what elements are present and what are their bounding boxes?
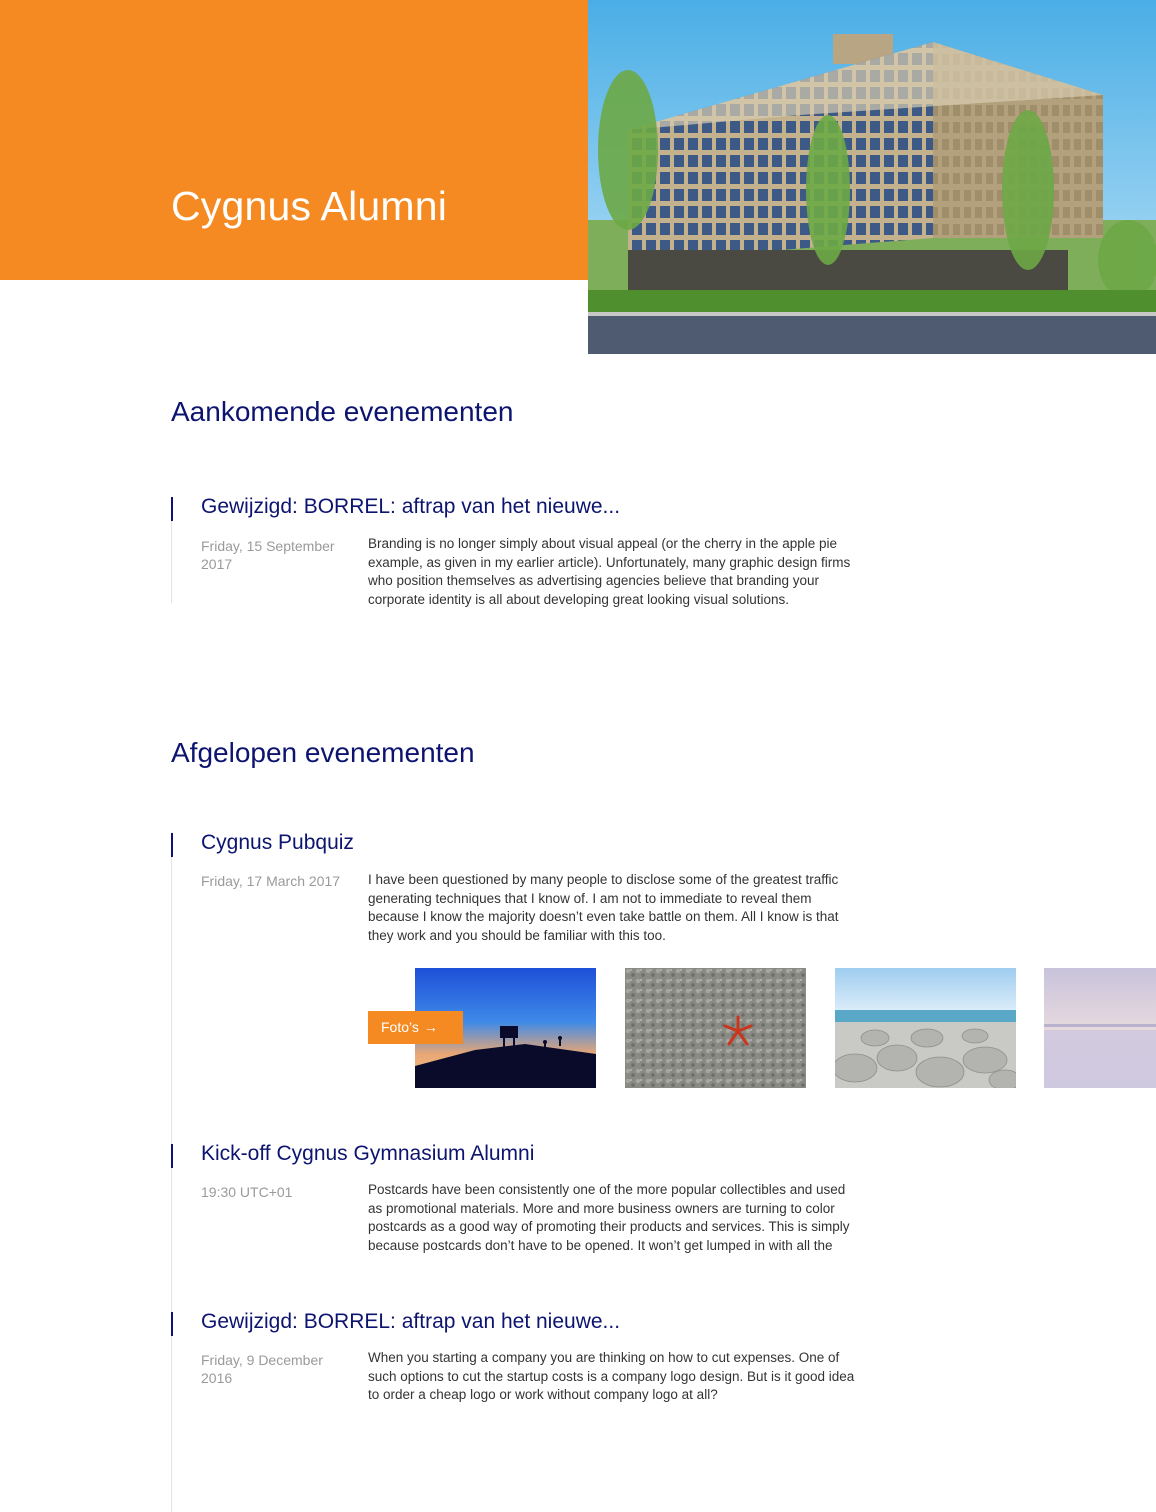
event-marker xyxy=(171,1312,173,1336)
event-marker xyxy=(171,1144,173,1168)
event-description: Postcards have been consistently one of … xyxy=(368,1182,850,1254)
past-events-heading: Afgelopen evenementen xyxy=(171,737,475,768)
photos-button-label: Foto’s xyxy=(381,1019,419,1035)
event-date: Friday, 9 December 2016 xyxy=(201,1352,323,1386)
event-marker xyxy=(171,497,173,521)
event-description: Branding is no longer simply about visua… xyxy=(368,536,851,608)
event-description: When you starting a company you are thin… xyxy=(368,1350,855,1403)
header-banner xyxy=(0,0,588,280)
gallery-photo-starfish-pebbles[interactable] xyxy=(625,968,806,1088)
event-date: 19:30 UTC+01 xyxy=(201,1184,293,1200)
event-title[interactable]: Cygnus Pubquiz xyxy=(201,832,354,853)
event-title[interactable]: Gewijzigd: BORREL: aftrap van het nieuwe… xyxy=(201,496,620,517)
event-date: Friday, 17 March 2017 xyxy=(201,873,341,889)
event-date: Friday, 15 September 2017 xyxy=(201,538,335,572)
timeline-line-past xyxy=(171,832,172,1512)
site-title: Cygnus Alumni xyxy=(171,183,448,229)
upcoming-events-heading: Aankomende evenementen xyxy=(171,396,514,427)
event-title[interactable]: Kick-off Cygnus Gymnasium Alumni xyxy=(201,1143,534,1164)
arrow-right-icon: → xyxy=(423,1019,438,1035)
event-title[interactable]: Gewijzigd: BORREL: aftrap van het nieuwe… xyxy=(201,1311,620,1332)
event-marker xyxy=(171,833,173,857)
gallery-photo-sunrise-sea[interactable] xyxy=(1044,968,1156,1088)
gallery-photo-beach-stones[interactable] xyxy=(835,968,1016,1088)
photos-button[interactable]: Foto’s → xyxy=(368,1011,463,1044)
hero-building-photo xyxy=(588,0,1156,354)
event-description: I have been questioned by many people to… xyxy=(368,872,839,944)
